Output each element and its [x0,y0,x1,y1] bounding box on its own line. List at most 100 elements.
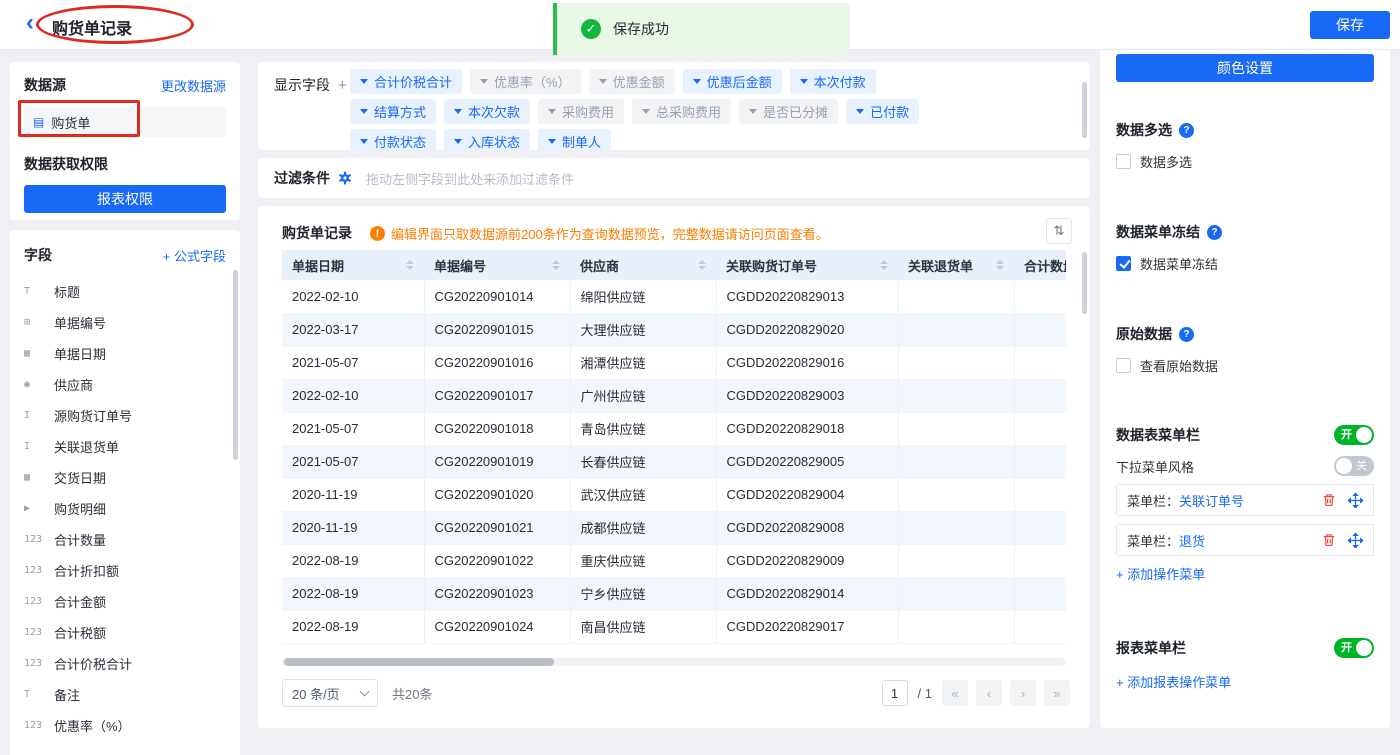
report-permission-button[interactable]: 报表权限 [24,185,226,213]
field-item[interactable]: 123合计数量 [10,524,240,555]
back-icon[interactable]: ‹ [26,9,34,37]
help-icon[interactable]: ? [1179,327,1194,342]
scrollbar[interactable] [233,270,238,460]
page-size-select[interactable]: 20 条/页 [282,679,378,707]
field-item[interactable]: 123合计折扣额 [10,555,240,586]
table-row[interactable]: 2022-08-19CG20220901024南昌供应链CGDD20220829… [282,610,1066,643]
table-cell: CGDD20220829008 [716,511,898,544]
display-field-chip[interactable]: 入库状态 [444,129,530,150]
report-menu-toggle[interactable]: 开 [1334,638,1374,658]
datasource-item[interactable]: ▤ 购货单 [24,107,226,137]
scrollbar[interactable] [1082,252,1087,314]
move-icon[interactable] [1348,533,1363,548]
color-settings-button[interactable]: 颜色设置 [1116,54,1374,82]
chevron-down-icon [454,139,462,144]
sort-icon[interactable] [406,260,414,270]
chevron-down-icon [360,139,368,144]
table-row[interactable]: 2021-05-07CG20220901016湘潭供应链CGDD20220829… [282,346,1066,379]
field-item[interactable]: 123优惠率（%） [10,710,240,741]
display-field-chip[interactable]: 优惠后金额 [683,69,782,94]
table-row[interactable]: 2022-08-19CG20220901022重庆供应链CGDD20220829… [282,544,1066,577]
menu-bar-item[interactable]: 菜单栏：关联订单号 [1116,484,1374,516]
column-header[interactable]: 供应商 [570,250,716,280]
column-header[interactable]: 单据日期 [282,250,424,280]
display-field-chip[interactable]: 已付款 [846,99,919,124]
display-field-chip[interactable]: 总采购费用 [632,99,731,124]
horizontal-scrollbar-thumb[interactable] [284,658,554,666]
raw-data-checkbox[interactable] [1116,358,1131,373]
add-action-menu-link[interactable]: + 添加操作菜单 [1116,564,1205,583]
sort-icon[interactable] [698,260,706,270]
table-cell [898,412,1014,445]
change-datasource-link[interactable]: 更改数据源 [161,76,226,95]
display-field-chip[interactable]: 本次付款 [790,69,876,94]
table-cell [1014,544,1066,577]
current-page-input[interactable]: 1 [882,680,908,706]
table-row[interactable]: 2022-03-17CG20220901015大理供应链CGDD20220829… [282,313,1066,346]
field-item[interactable]: I关联退货单 [10,431,240,462]
column-header[interactable]: 单据编号 [424,250,570,280]
add-field-icon[interactable]: + [338,77,347,94]
menu-bar-item[interactable]: 菜单栏：退货 [1116,524,1374,556]
table-cell [898,511,1014,544]
horizontal-scrollbar[interactable] [282,658,1066,666]
save-button[interactable]: 保存 [1310,11,1390,39]
table-row[interactable]: 2020-11-19CG20220901021成都供应链CGDD20220829… [282,511,1066,544]
gear-icon[interactable] [338,171,352,185]
field-item[interactable]: T标题 [10,276,240,307]
add-formula-field-link[interactable]: + 公式字段 [163,246,226,265]
help-icon[interactable]: ? [1207,225,1222,240]
sort-button[interactable]: ⇅ [1046,218,1072,244]
display-field-chip[interactable]: 优惠率（%） [470,69,581,94]
field-item[interactable]: ⊞单据编号 [10,307,240,338]
next-page-button[interactable]: › [1010,680,1036,706]
table-row[interactable]: 2022-02-10CG20220901017广州供应链CGDD20220829… [282,379,1066,412]
prev-page-button[interactable]: ‹ [976,680,1002,706]
dropdown-style-toggle[interactable]: 关 [1334,456,1374,476]
delete-icon[interactable] [1322,533,1336,547]
table-row[interactable]: 2022-02-10CG20220901014绵阳供应链CGDD20220829… [282,280,1066,313]
sort-icon[interactable] [880,260,888,270]
display-field-chip[interactable]: 付款状态 [350,129,436,150]
sort-icon[interactable] [552,260,560,270]
field-type-icon: 123 [24,534,46,545]
field-item[interactable]: 123合计金额 [10,586,240,617]
table-row[interactable]: 2021-05-07CG20220901018青岛供应链CGDD20220829… [282,412,1066,445]
field-item[interactable]: ▦交货日期 [10,462,240,493]
field-item[interactable]: 123合计价税合计 [10,648,240,679]
menu-freeze-checkbox[interactable] [1116,256,1131,271]
delete-icon[interactable] [1322,493,1336,507]
last-page-button[interactable]: » [1044,680,1070,706]
field-item[interactable]: 123合计税额 [10,617,240,648]
column-header[interactable]: 关联退货单 [898,250,1014,280]
display-field-chip[interactable]: 是否已分摊 [739,99,838,124]
field-item[interactable]: ▦单据日期 [10,338,240,369]
help-icon[interactable]: ? [1179,123,1194,138]
filter-dropzone-placeholder[interactable]: 拖动左侧字段到此处来添加过滤条件 [366,169,574,188]
table-menu-toggle[interactable]: 开 [1334,425,1374,445]
table-row[interactable]: 2020-11-19CG20220901020武汉供应链CGDD20220829… [282,478,1066,511]
table-row[interactable]: 2021-05-07CG20220901019长春供应链CGDD20220829… [282,445,1066,478]
warning-icon: ! [370,226,385,241]
multi-select-checkbox[interactable] [1116,154,1131,169]
display-field-chip[interactable]: 结算方式 [350,99,436,124]
field-item[interactable]: ◉供应商 [10,369,240,400]
column-header[interactable]: 关联购货订单号 [716,250,898,280]
display-field-chip[interactable]: 制单人 [538,129,611,150]
column-header[interactable]: 合计数量 [1014,250,1066,280]
display-field-chip[interactable]: 优惠金额 [589,69,675,94]
first-page-button[interactable]: « [942,680,968,706]
field-item[interactable]: I源购货订单号 [10,400,240,431]
display-field-chip[interactable]: 本次欠款 [444,99,530,124]
field-item[interactable]: T备注 [10,679,240,710]
add-report-menu-link[interactable]: + 添加报表操作菜单 [1116,672,1231,691]
table-row[interactable]: 2022-08-19CG20220901023宁乡供应链CGDD20220829… [282,577,1066,610]
sort-icon[interactable] [996,260,1004,270]
table-cell: 武汉供应链 [570,478,716,511]
table-cell: CGDD20220829016 [716,346,898,379]
field-item[interactable]: ▶购货明细 [10,493,240,524]
move-icon[interactable] [1348,493,1363,508]
display-field-chip[interactable]: 采购费用 [538,99,624,124]
display-field-chip[interactable]: 合计价税合计 [350,69,462,94]
scrollbar[interactable] [1082,82,1087,138]
